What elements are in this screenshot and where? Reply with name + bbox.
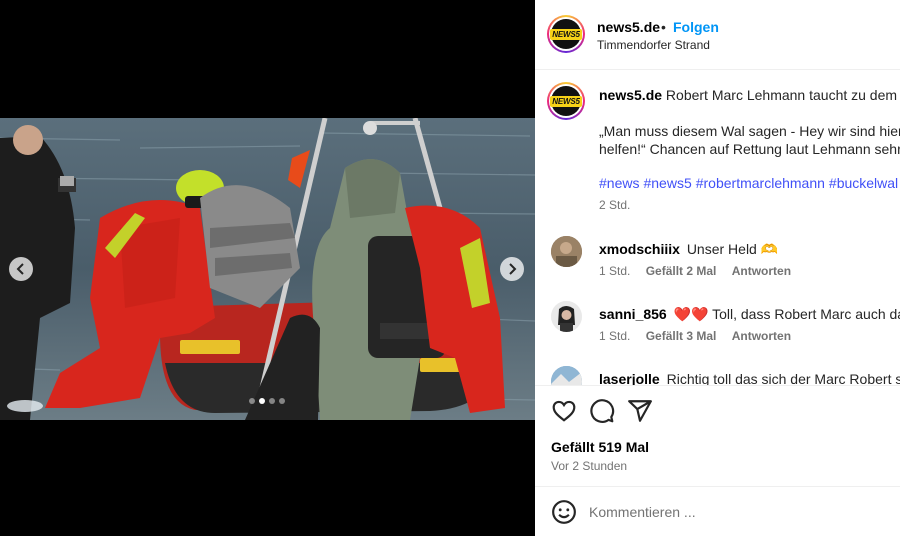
post-side-panel: NEWS5 news5.de • Folgen Timmendorfer Str… bbox=[535, 0, 900, 536]
commenter-avatar[interactable] bbox=[551, 366, 582, 385]
reply-button[interactable]: Antworten bbox=[732, 264, 791, 278]
comment-composer bbox=[535, 486, 900, 536]
comment-item: sanni_856 ❤️❤️ Toll, dass Robert Marc au… bbox=[535, 301, 900, 357]
separator-dot: • bbox=[661, 19, 666, 35]
carousel-dot bbox=[249, 398, 255, 404]
comment-time: 1 Std. bbox=[599, 264, 631, 278]
comment-likes[interactable]: Gefällt 2 Mal bbox=[646, 264, 717, 278]
carousel-dot bbox=[279, 398, 285, 404]
post-media bbox=[0, 0, 535, 536]
rescue-scene-illustration bbox=[0, 118, 535, 420]
comment-meta: 1 Std. Gefällt 3 Mal Antworten bbox=[599, 329, 803, 343]
comment-username[interactable]: xmodschiiix bbox=[599, 241, 680, 257]
hashtag-link[interactable]: #robertmarclehmann bbox=[696, 175, 825, 191]
likes-count[interactable]: Gefällt 519 Mal bbox=[551, 439, 649, 455]
comment-input[interactable] bbox=[589, 501, 879, 523]
avatar-photo-icon bbox=[551, 301, 582, 332]
avatar-photo-icon bbox=[551, 366, 582, 385]
comment-text-line: sanni_856 ❤️❤️ Toll, dass Robert Marc au… bbox=[599, 306, 900, 323]
comment-body: Unser Held 🫶 bbox=[686, 241, 779, 257]
comment-likes[interactable]: Gefällt 3 Mal bbox=[646, 329, 717, 343]
hashtag-link[interactable]: #news5 bbox=[643, 175, 691, 191]
caption-avatar[interactable]: NEWS5 bbox=[547, 82, 585, 120]
avatar-photo-icon bbox=[551, 236, 582, 267]
comment-text-line: laserjolle Richtig toll das sich der Mar… bbox=[599, 371, 900, 385]
comment-body: ❤️❤️ Toll, dass Robert Marc auch da is bbox=[673, 306, 900, 322]
account-avatar[interactable]: NEWS5 bbox=[547, 15, 585, 53]
paper-plane-icon[interactable] bbox=[627, 398, 653, 424]
caption-hashtags: #news#news5#robertmarclehmann#buckelwal# bbox=[599, 175, 900, 191]
post-caption: NEWS5 news5.de Robert Marc Lehmann tauch… bbox=[535, 70, 900, 215]
comment-item: xmodschiiix Unser Held 🫶 1 Std. Gefällt … bbox=[535, 236, 900, 292]
caption-username[interactable]: news5.de bbox=[599, 87, 662, 103]
commenter-avatar[interactable] bbox=[551, 236, 582, 267]
caption-first-line: news5.de Robert Marc Lehmann taucht zu d… bbox=[599, 86, 900, 104]
emoji-icon[interactable] bbox=[551, 499, 577, 525]
comment-time: 1 Std. bbox=[599, 329, 631, 343]
chevron-left-icon bbox=[16, 263, 24, 275]
comment-body: Richtig toll das sich der Marc Robert so… bbox=[666, 371, 900, 385]
hashtag-link[interactable]: #buckelwal bbox=[829, 175, 898, 191]
carousel-prev-button[interactable] bbox=[9, 257, 33, 281]
heart-icon[interactable] bbox=[551, 398, 577, 424]
comment-username[interactable]: laserjolle bbox=[599, 371, 660, 385]
comment-item: laserjolle Richtig toll das sich der Mar… bbox=[535, 366, 900, 385]
reply-button[interactable]: Antworten bbox=[732, 329, 791, 343]
post-location[interactable]: Timmendorfer Strand bbox=[597, 38, 710, 52]
comment-text-line: xmodschiiix Unser Held 🫶 bbox=[599, 241, 778, 258]
comment-bubble-icon[interactable] bbox=[589, 398, 615, 424]
account-username[interactable]: news5.de bbox=[597, 19, 660, 35]
post-photo bbox=[0, 118, 535, 420]
comment-username[interactable]: sanni_856 bbox=[599, 306, 667, 322]
carousel-indicator bbox=[249, 398, 285, 404]
hashtag-link[interactable]: #news bbox=[599, 175, 639, 191]
commenter-avatar[interactable] bbox=[551, 301, 582, 332]
chevron-right-icon bbox=[509, 263, 517, 275]
carousel-dot bbox=[269, 398, 275, 404]
post-timestamp: Vor 2 Stunden bbox=[551, 459, 628, 473]
caption-quote-line-2: helfen!“ Chancen auf Rettung laut Lehman… bbox=[599, 141, 900, 157]
carousel-dot bbox=[259, 398, 265, 404]
caption-quote-line-1: „Man muss diesem Wal sagen - Hey wir sin… bbox=[599, 123, 900, 139]
logo-text: NEWS5 bbox=[550, 95, 582, 107]
follow-button[interactable]: Folgen bbox=[673, 19, 719, 35]
caption-text: Robert Marc Lehmann taucht zu dem Ti bbox=[665, 87, 900, 103]
carousel-next-button[interactable] bbox=[500, 257, 524, 281]
comment-meta: 1 Std. Gefällt 2 Mal Antworten bbox=[599, 264, 803, 278]
post-header: NEWS5 news5.de • Folgen Timmendorfer Str… bbox=[535, 0, 900, 70]
post-actions: Gefällt 519 Mal Vor 2 Stunden bbox=[535, 385, 900, 485]
logo-text: NEWS5 bbox=[550, 28, 582, 40]
caption-timestamp: 2 Std. bbox=[599, 198, 631, 212]
